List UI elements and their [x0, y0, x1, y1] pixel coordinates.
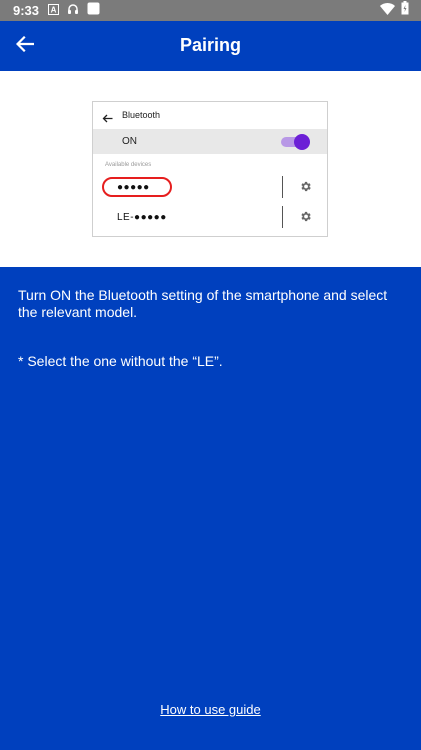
available-devices-label: Available devices: [105, 162, 152, 168]
illustration-area: Bluetooth ON Available devices ●●●●● LE-…: [0, 71, 421, 267]
headphones-icon: [67, 2, 79, 20]
svg-text:A: A: [51, 5, 57, 14]
square-icon: [87, 2, 100, 20]
bt-title: Bluetooth: [122, 110, 161, 120]
device-row: LE-●●●●●: [93, 204, 327, 230]
arrow-left-icon: [102, 110, 113, 128]
status-time: 9:33: [13, 3, 40, 18]
bt-on-row: ON: [93, 129, 327, 154]
instruction-text: Turn ON the Bluetooth setting of the sma…: [18, 287, 388, 320]
wifi-icon: [380, 2, 395, 20]
content-area: Turn ON the Bluetooth setting of the sma…: [0, 267, 421, 750]
gear-icon: [299, 210, 312, 228]
status-icons-right: [380, 1, 409, 20]
status-bar: 9:33 A: [0, 0, 421, 21]
text-a-icon: A: [48, 2, 59, 20]
toggle-knob: [294, 134, 310, 150]
device-row: ●●●●●: [93, 174, 327, 200]
note-text: * Select the one without the “LE”.: [18, 353, 223, 369]
status-icons-left: A: [48, 2, 100, 20]
bt-header: Bluetooth: [93, 102, 327, 129]
divider: [282, 176, 283, 198]
bt-toggle: [281, 134, 313, 150]
battery-icon: [401, 1, 409, 20]
device-name: LE-●●●●●: [117, 212, 167, 223]
divider: [282, 206, 283, 228]
how-to-use-guide-link[interactable]: How to use guide: [0, 702, 421, 717]
page-title: Pairing: [179, 35, 241, 55]
app-bar: Pairing: [0, 21, 421, 71]
bt-on-label: ON: [122, 136, 137, 147]
device-name: ●●●●●: [117, 182, 150, 193]
bluetooth-settings-illustration: Bluetooth ON Available devices ●●●●● LE-…: [92, 101, 328, 237]
gear-icon: [299, 180, 312, 198]
